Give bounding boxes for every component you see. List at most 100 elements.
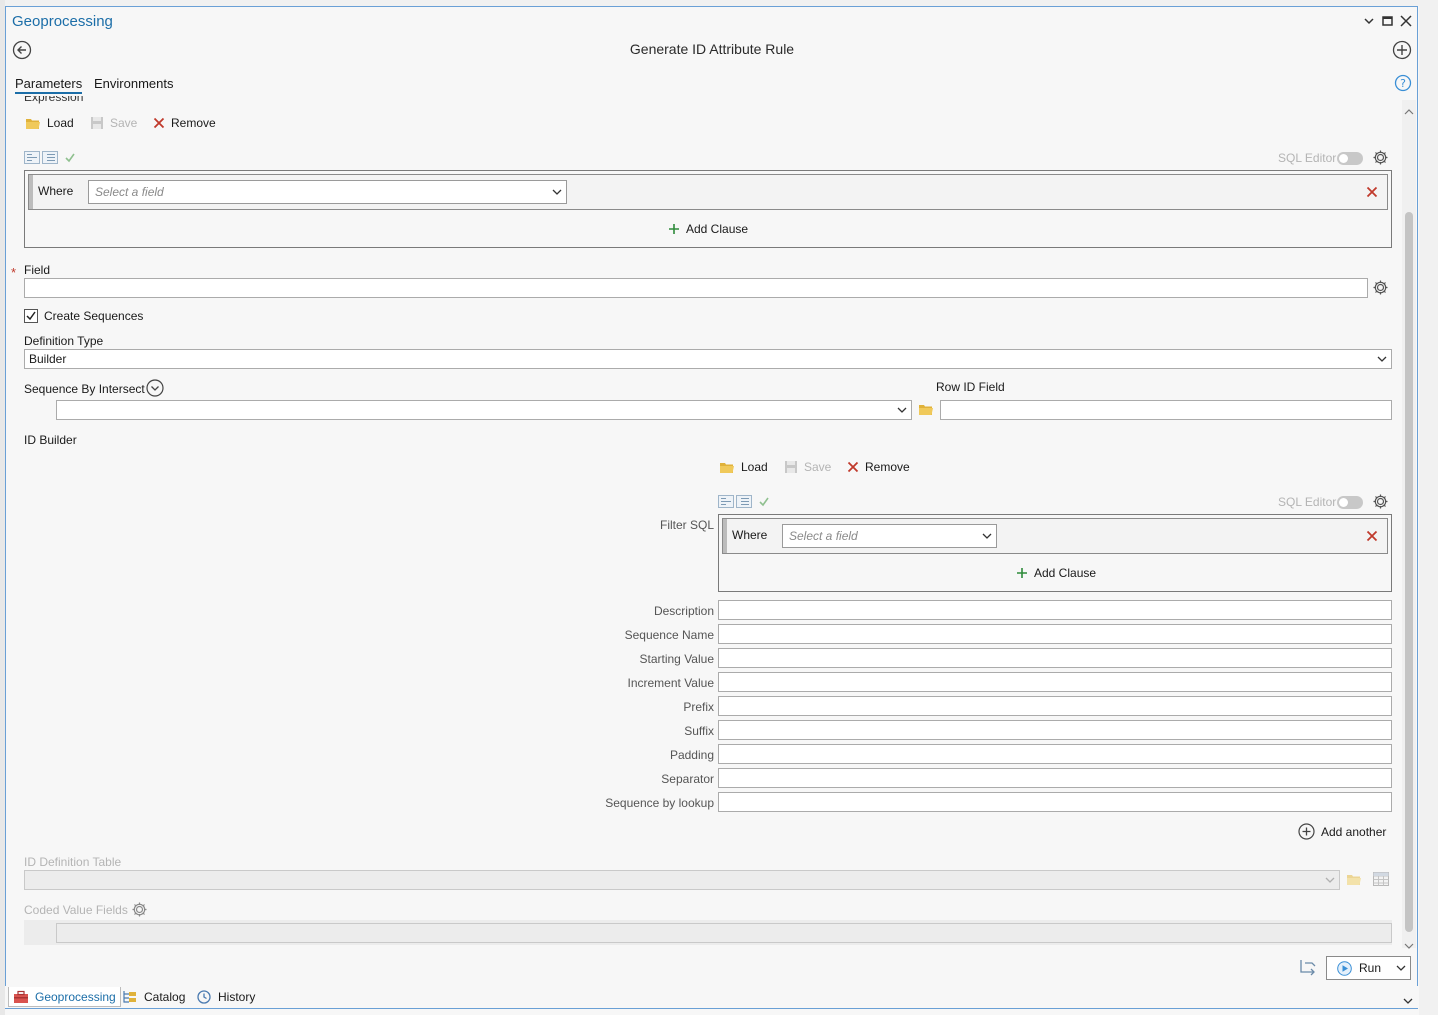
folder-icon [720,462,734,473]
coded-value-fields-label: Coded Value Fields [24,903,128,917]
sequence-name-input[interactable] [718,624,1392,644]
scroll-down-icon[interactable] [1404,938,1414,952]
field-settings-gear-icon[interactable] [1372,279,1389,299]
close-icon[interactable] [1399,14,1413,28]
table-icon[interactable] [1373,872,1389,889]
add-icon[interactable] [1392,40,1412,60]
save-icon [785,461,797,473]
tab-environments[interactable]: Environments [94,76,173,91]
sequence-by-intersect-label: Sequence By Intersect [24,382,145,396]
id-builder-settings-gear-icon[interactable] [1372,493,1389,513]
filter-add-clause-button[interactable]: Add Clause [1016,566,1096,580]
batch-icon[interactable] [1298,958,1318,979]
expression-save-button[interactable]: Save [90,116,137,130]
increment-value-label: Increment Value [627,676,715,690]
padding-input[interactable] [718,744,1392,764]
prefix-label: Prefix [683,700,714,714]
expression-add-clause-button[interactable]: Add Clause [668,222,748,236]
load-label: Load [741,460,768,474]
prefix-input[interactable] [718,696,1392,716]
expression-remove-button[interactable]: Remove [153,116,216,130]
sql-editor-toggle[interactable] [1337,152,1363,165]
chevron-down-icon [982,533,992,539]
run-options-chevron-icon[interactable] [1396,965,1406,971]
catalog-icon [123,991,136,1003]
bottom-tab-history[interactable]: History [192,987,259,1007]
id-definition-table-label: ID Definition Table [24,855,122,869]
expression-settings-gear-icon[interactable] [1372,149,1389,169]
id-builder-label: ID Builder [24,433,77,447]
options-chevron-icon[interactable] [1362,14,1376,28]
tool-title: Generate ID Attribute Rule [629,41,795,57]
create-sequences-checkbox[interactable] [24,309,38,323]
remove-x-icon [847,461,859,473]
sequence-by-lookup-input[interactable] [718,792,1392,812]
verify-check-icon[interactable] [758,495,770,508]
clause-mode-icons[interactable] [24,151,76,164]
id-definition-table-select[interactable] [24,870,1340,890]
delete-clause-icon[interactable] [1366,186,1378,201]
scrollbar-thumb[interactable] [1405,212,1413,932]
group-clause-icon[interactable] [42,151,58,164]
expression-label: Expression [24,96,84,104]
maximize-icon[interactable] [1381,14,1395,28]
starting-value-input[interactable] [718,648,1392,668]
separator-input[interactable] [718,768,1392,788]
add-clause-mode-icon[interactable] [24,151,40,164]
filter-sql-label: Filter SQL [659,518,714,532]
add-another-label: Add another [1321,824,1387,839]
id-builder-sql-editor-toggle[interactable] [1337,496,1363,509]
browse-table-folder-icon[interactable] [1346,873,1362,889]
id-builder-save-button[interactable]: Save [784,460,831,474]
expand-chevron-icon[interactable] [146,379,164,397]
tab-parameters[interactable]: Parameters [15,76,83,94]
group-clause-icon[interactable] [736,495,752,508]
id-builder-load-button[interactable]: Load [719,460,768,474]
help-icon[interactable]: ? [1394,74,1412,92]
sql-editor-label: SQL Editor [1278,151,1337,165]
suffix-label: Suffix [684,724,714,738]
bottom-tab-catalog[interactable]: Catalog [118,987,189,1007]
expression-field-select[interactable]: Select a field [88,180,567,204]
checkmark-icon [26,311,36,321]
description-input[interactable] [718,600,1392,620]
plus-icon [1017,568,1027,578]
filter-field-select[interactable]: Select a field [782,524,997,548]
definition-type-select[interactable]: Builder [24,349,1392,369]
play-icon [1337,960,1352,976]
id-builder-clause-mode-icons[interactable] [718,495,770,508]
row-id-field-label: Row ID Field [936,380,1005,394]
bottom-tab-geoprocessing[interactable]: Geoprocessing [8,987,121,1007]
id-builder-sql-editor-label: SQL Editor [1278,495,1337,509]
increment-value-input[interactable] [718,672,1392,692]
save-icon [91,117,103,129]
verify-check-icon[interactable] [64,151,76,164]
description-label: Description [653,604,714,618]
starting-value-label: Starting Value [639,652,715,666]
clause-grip[interactable] [29,175,33,209]
id-builder-remove-button[interactable]: Remove [847,460,910,474]
add-clause-mode-icon[interactable] [718,495,734,508]
create-sequences-label: Create Sequences [44,309,144,323]
bottom-options-chevron-icon[interactable] [1403,993,1413,1007]
scroll-up-icon[interactable] [1404,104,1414,118]
browse-folder-icon[interactable] [918,403,934,419]
run-button[interactable]: Run [1326,956,1411,980]
expression-load-button[interactable]: Load [25,116,74,130]
sequence-by-intersect-select[interactable] [56,400,912,420]
coded-value-fields-input[interactable] [56,923,1392,943]
field-input[interactable] [24,278,1368,298]
row-id-field-input[interactable] [940,400,1392,420]
suffix-input[interactable] [718,720,1392,740]
remove-label: Remove [171,116,216,130]
field-label: Field [24,263,51,277]
definition-type-value: Builder [29,352,67,366]
chevron-down-icon [1377,356,1387,362]
delete-filter-clause-icon[interactable] [1366,530,1378,545]
coded-value-settings-gear-icon[interactable] [131,901,148,921]
sequence-name-label: Sequence Name [624,628,714,642]
clause-grip[interactable] [723,519,727,553]
right-edge [1419,0,1438,1015]
padding-label: Padding [669,748,714,762]
add-another-button[interactable]: Add another [1298,823,1386,840]
